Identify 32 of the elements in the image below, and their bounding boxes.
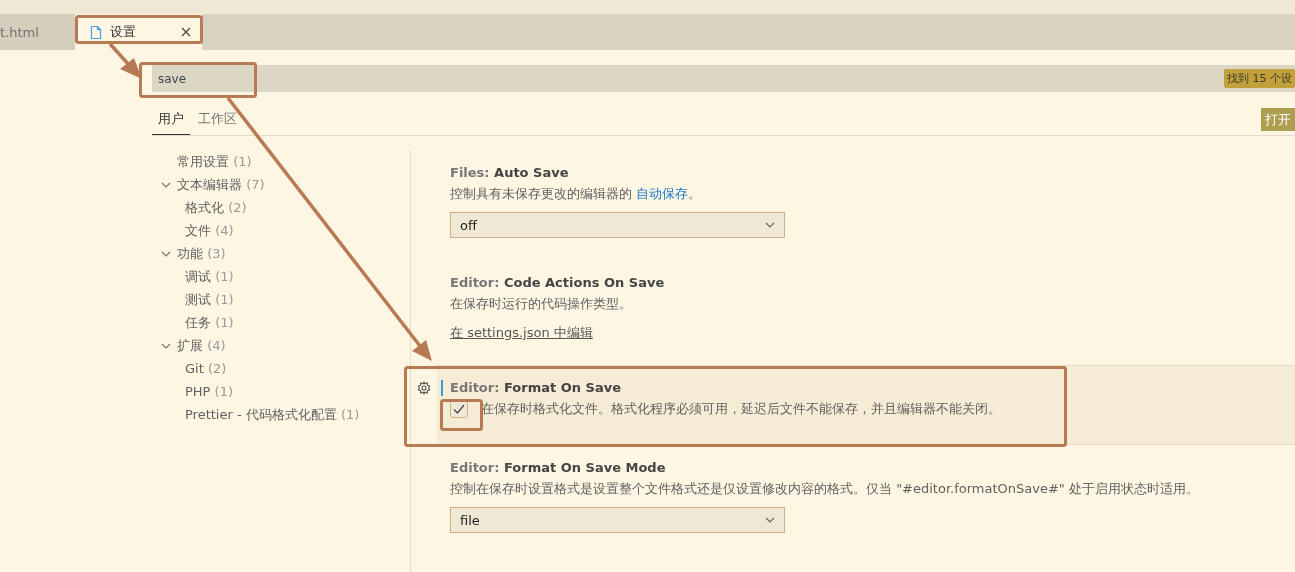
edit-in-json-link[interactable]: 在 settings.json 中编辑 [450,325,593,340]
toc-item[interactable]: 文本编辑器 (7) [160,173,410,196]
dropdown[interactable]: off [450,212,785,238]
toc-item[interactable]: 功能 (3) [160,242,410,265]
toc-item[interactable]: 文件 (4) [168,219,410,242]
toc-item[interactable]: Prettier - 代码格式化配置 (1) [168,403,410,426]
toc-item[interactable]: 格式化 (2) [168,196,410,219]
search-field[interactable]: save 找到 15 个设 [152,65,1295,92]
editor-tab[interactable]: t.html [0,14,75,50]
setting-description: 控制在保存时设置格式是设置整个文件格式还是仅设置修改内容的格式。仅当 "#editor.formatOnSave#" 处于启用状态时适用。 [450,480,1199,498]
setting-title: Files: Auto Save [450,164,570,182]
toc-item[interactable]: 任务 (1) [168,311,410,334]
gear-icon [417,381,431,395]
result-count-badge: 找到 15 个设 [1224,69,1295,88]
setting-title: Editor: Code Actions On Save [450,274,665,292]
setting-title: Editor: Format On Save Mode [450,459,667,477]
annotation-arrow [108,42,142,79]
setting-description: 在保存时运行的代码操作类型。 [450,295,633,313]
toc-item[interactable]: 常用设置 (1) [160,150,410,173]
toc-item[interactable]: 调试 (1) [168,265,410,288]
setting-title: Editor: Format On Save [450,379,622,397]
file-icon [90,24,102,40]
toc-item[interactable]: PHP (1) [168,380,410,403]
toc-item[interactable]: 测试 (1) [168,288,410,311]
setting-link[interactable]: 自动保存 [636,186,689,201]
close-icon [180,26,192,38]
toc-item[interactable]: Git (2) [168,357,410,380]
scope-tab[interactable]: 用户 [152,104,190,135]
toc-item[interactable]: 扩展 (4) [160,334,410,357]
scope-tab[interactable]: 工作区 [192,104,243,135]
dropdown[interactable]: file [450,507,785,533]
setting-description: 控制具有未保存更改的编辑器的 自动保存。 [450,185,703,203]
